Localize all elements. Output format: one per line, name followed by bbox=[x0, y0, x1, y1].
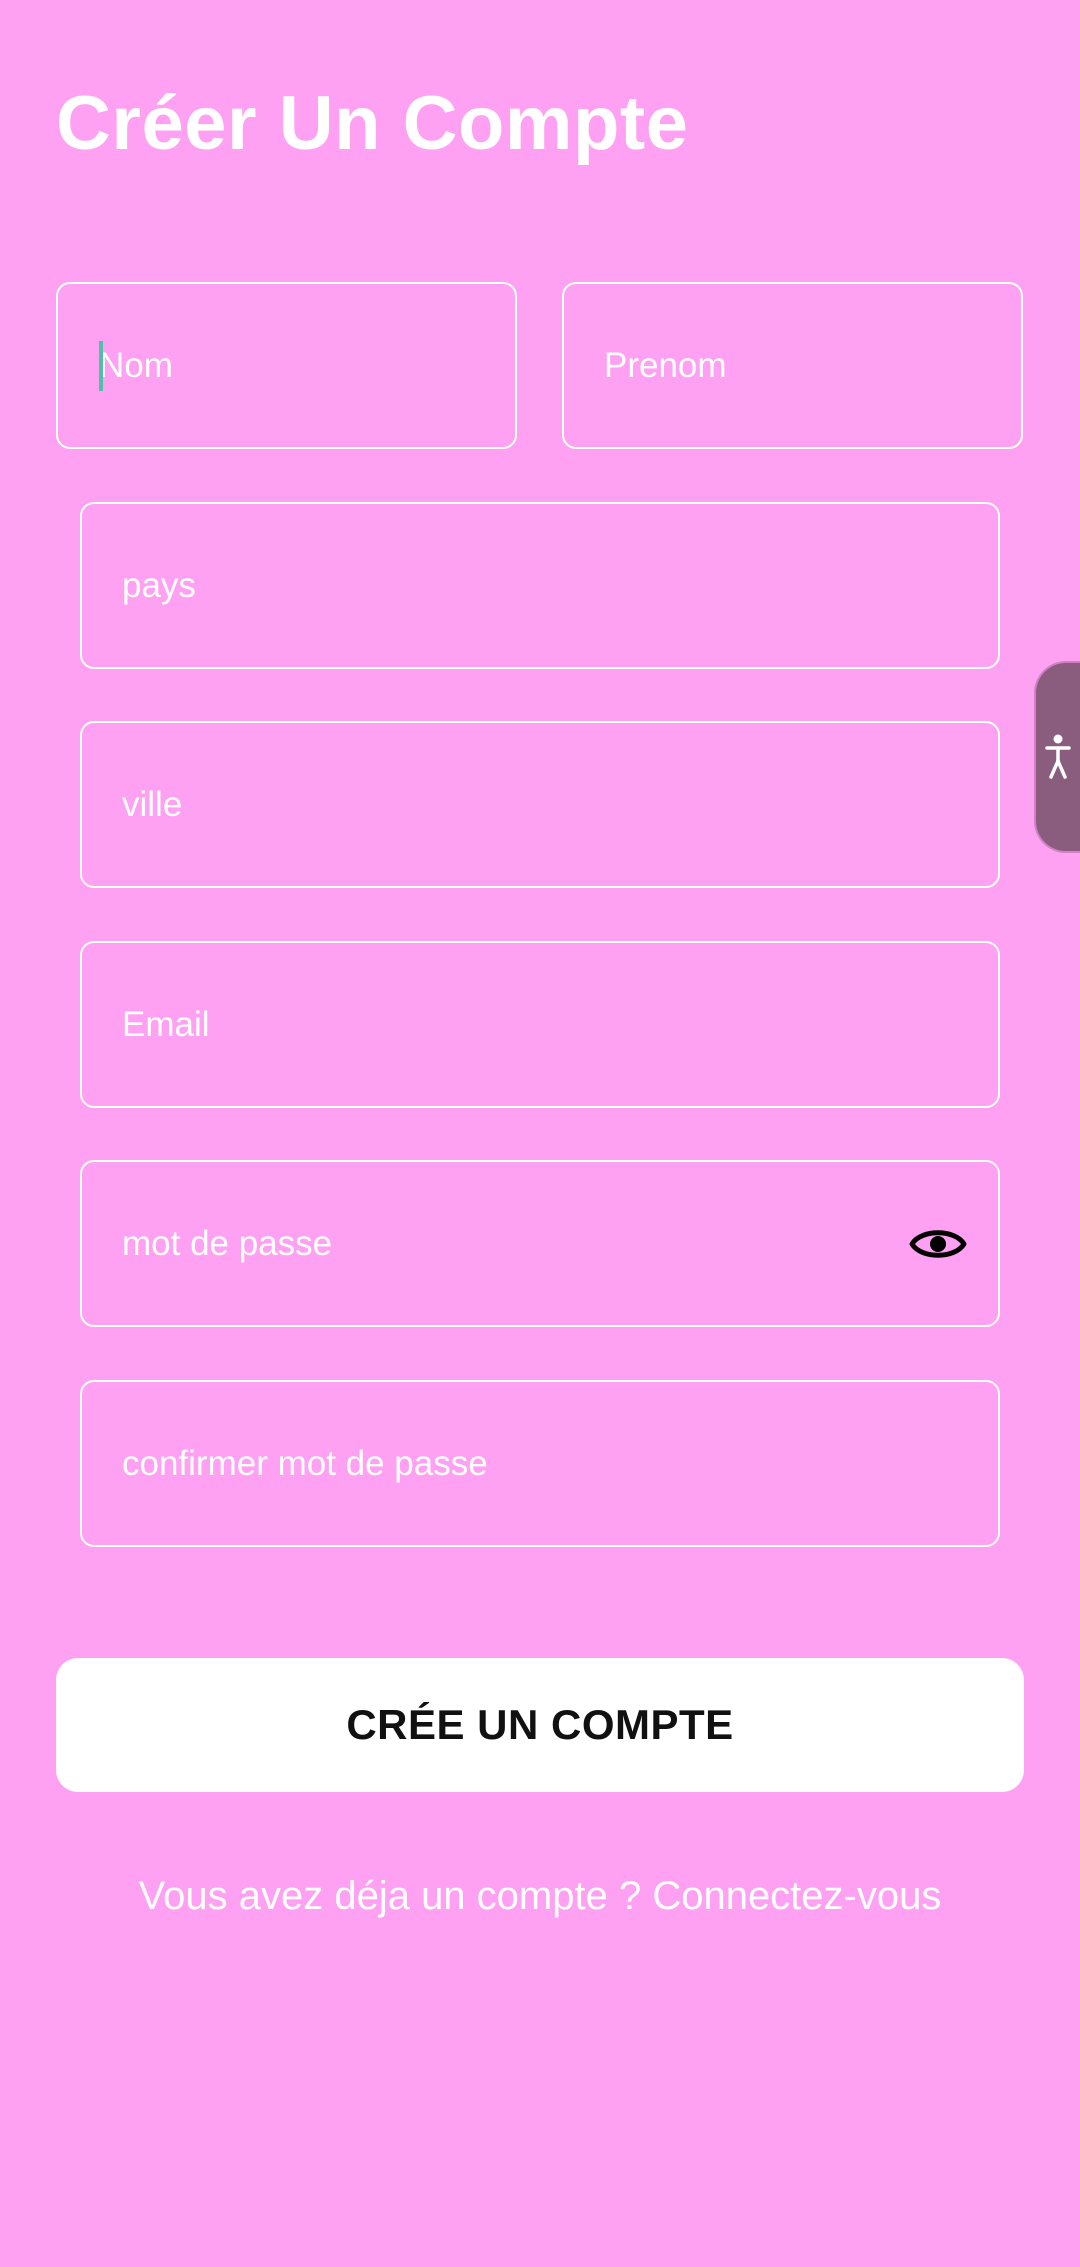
text-cursor bbox=[99, 341, 103, 391]
password-input[interactable] bbox=[82, 1162, 998, 1325]
page-title: Créer Un Compte bbox=[56, 81, 689, 166]
nom-field[interactable] bbox=[56, 282, 590, 449]
email-input[interactable] bbox=[82, 943, 998, 1106]
prenom-field[interactable] bbox=[562, 282, 1080, 449]
password-field[interactable] bbox=[80, 1160, 1000, 1327]
show-password-button[interactable] bbox=[908, 1222, 968, 1266]
confirm-password-field[interactable] bbox=[80, 1380, 1000, 1547]
pays-field[interactable] bbox=[80, 502, 1000, 669]
prenom-input[interactable] bbox=[564, 284, 1080, 447]
nom-input[interactable] bbox=[58, 284, 590, 447]
email-field[interactable] bbox=[80, 941, 1000, 1108]
create-account-button[interactable]: CRÉE UN COMPTE bbox=[56, 1658, 1024, 1792]
ville-field[interactable] bbox=[80, 721, 1000, 888]
accessibility-widget-button[interactable] bbox=[1036, 663, 1080, 851]
login-link[interactable]: Vous avez déja un compte ? Connectez-vou… bbox=[0, 1872, 1080, 1920]
pays-input[interactable] bbox=[82, 504, 998, 667]
eye-icon bbox=[909, 1229, 967, 1258]
accessibility-person-icon bbox=[1045, 734, 1071, 779]
confirm-password-input[interactable] bbox=[82, 1382, 998, 1545]
ville-input[interactable] bbox=[82, 723, 998, 886]
